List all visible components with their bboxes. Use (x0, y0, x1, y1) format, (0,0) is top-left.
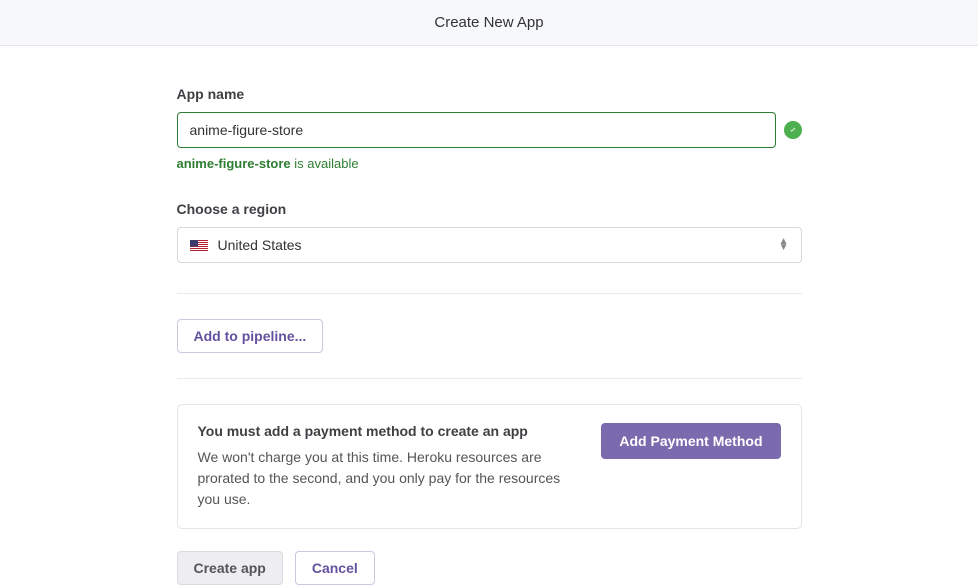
divider (177, 293, 802, 294)
payment-description: We won't charge you at this time. Heroku… (198, 447, 582, 510)
app-name-input[interactable] (177, 112, 776, 148)
app-name-group: App name anime-figure-store is available (177, 86, 802, 171)
region-selected-value: United States (218, 237, 779, 253)
add-to-pipeline-button[interactable]: Add to pipeline... (177, 319, 324, 353)
payment-text: You must add a payment method to create … (198, 423, 582, 510)
select-arrows-icon: ▲▼ (779, 239, 789, 251)
form-container: App name anime-figure-store is available… (177, 46, 802, 585)
app-name-label: App name (177, 86, 802, 102)
availability-name: anime-figure-store (177, 156, 291, 171)
create-app-button[interactable]: Create app (177, 551, 283, 585)
app-name-row (177, 112, 802, 148)
availability-message: anime-figure-store is available (177, 156, 802, 171)
availability-suffix: is available (291, 156, 359, 171)
region-group: Choose a region United States ▲▼ (177, 201, 802, 263)
footer-actions: Create app Cancel (177, 551, 802, 585)
add-payment-method-button[interactable]: Add Payment Method (601, 423, 780, 459)
check-circle-icon (784, 121, 802, 139)
page-header: Create New App (0, 0, 978, 46)
payment-title: You must add a payment method to create … (198, 423, 582, 439)
us-flag-icon (190, 239, 208, 251)
page-title: Create New App (0, 14, 978, 31)
region-label: Choose a region (177, 201, 802, 217)
divider (177, 378, 802, 379)
payment-method-box: You must add a payment method to create … (177, 404, 802, 529)
region-select[interactable]: United States ▲▼ (177, 227, 802, 263)
cancel-button[interactable]: Cancel (295, 551, 375, 585)
